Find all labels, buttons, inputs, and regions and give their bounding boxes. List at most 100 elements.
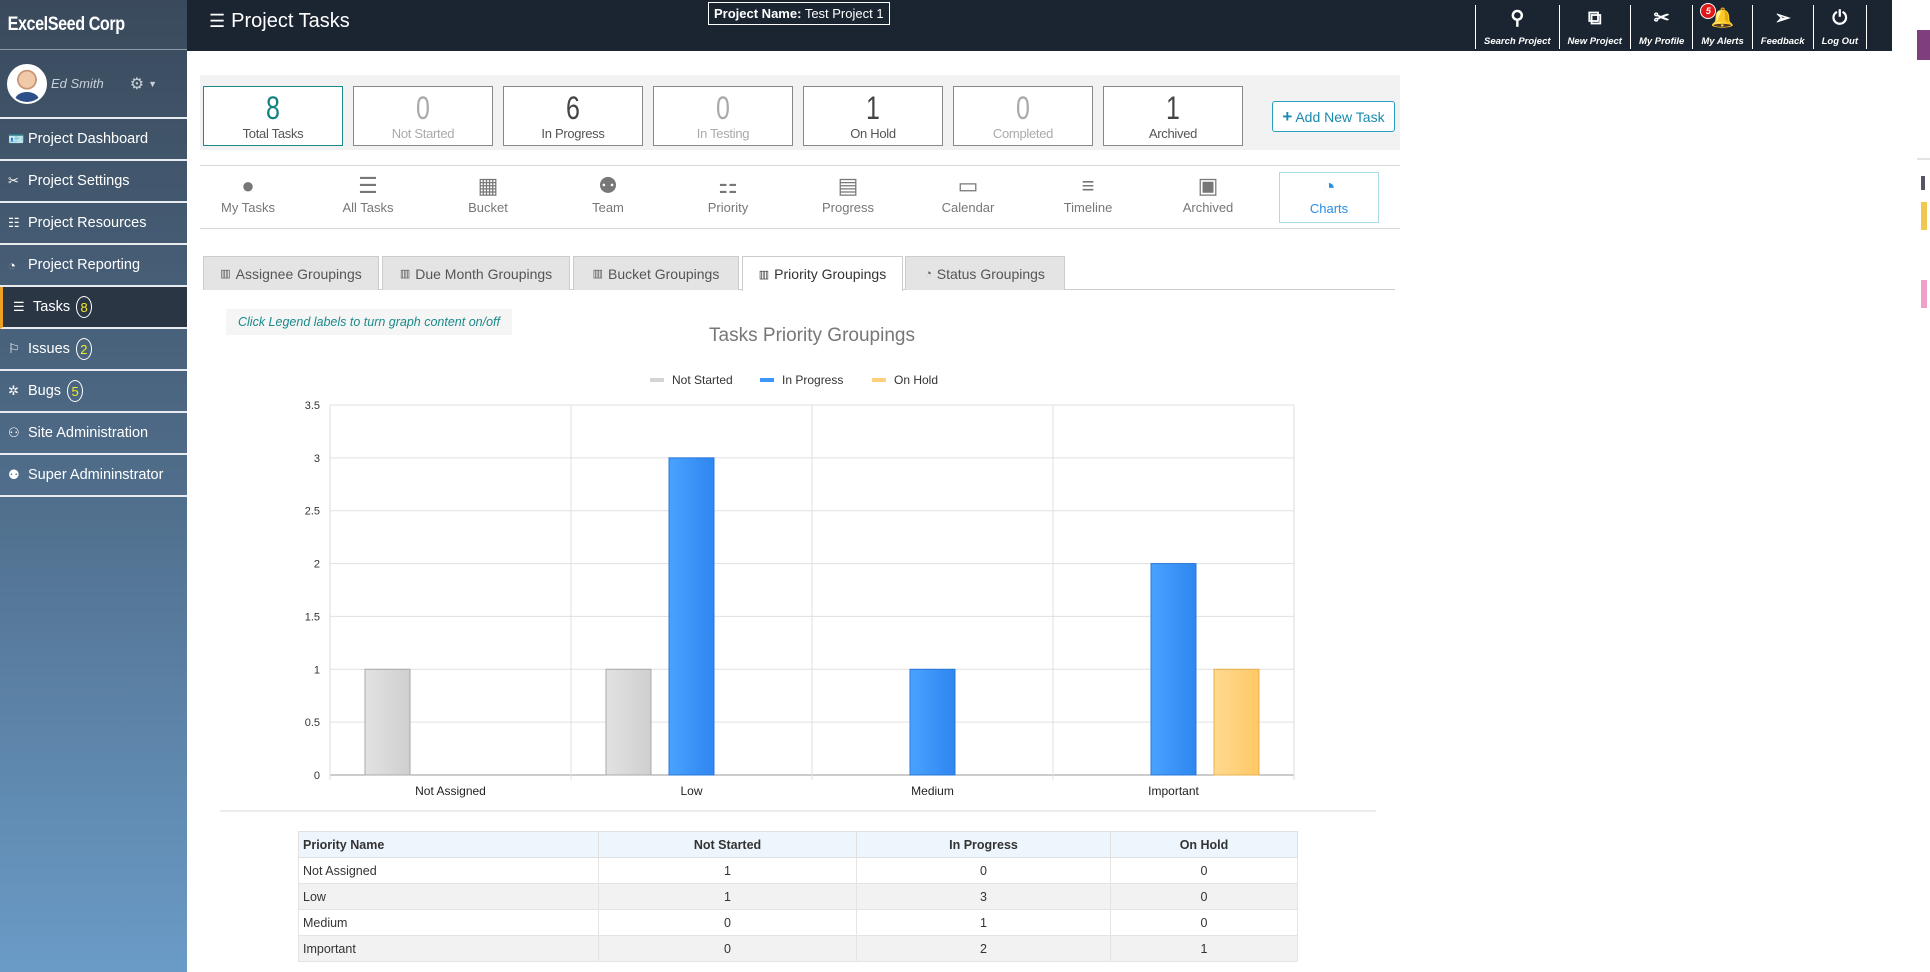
sidebar-item-project-dashboard[interactable]: 🪪 Project Dashboard [0,119,187,161]
new-project-button[interactable]: ⧉ New Project [1560,5,1631,49]
bar-not-started-not-assigned[interactable] [364,668,411,776]
stat-value: 0 [416,90,430,126]
tab-label: Assignee Groupings [235,265,362,282]
view-label: Bucket [468,200,508,215]
tab-status-groupings[interactable]: ◔ Status Groupings [905,256,1065,290]
stat-value: 0 [1016,90,1030,126]
table-cell: Medium [298,909,599,936]
sidebar-item-tasks[interactable]: ☰ Tasks 8 [0,287,187,329]
x-tick-label: Not Assigned [415,784,486,798]
action-label: Feedback [1760,36,1805,47]
y-tick-label: 3.5 [305,400,320,412]
search-project-button[interactable]: ⚲ Search Project [1476,5,1560,49]
my-alerts-button[interactable]: 🔔 My Alerts 5 [1693,3,1753,49]
view-calendar[interactable]: ▭ Calendar [918,172,1018,223]
settings-gear-icon[interactable]: ⚙ [130,74,144,94]
tab-assignee-groupings[interactable]: ▥ Assignee Groupings [203,256,379,290]
stat-label: Total Tasks [242,126,304,141]
view-charts[interactable]: ◔ Charts [1279,172,1379,223]
bar-in-progress-low[interactable] [668,457,715,776]
sidebar-item-label: Tasks [33,299,71,315]
view-all-tasks[interactable]: ☰ All Tasks [318,172,418,223]
sidebar-item-site-administration[interactable]: ⚇ Site Administration [0,413,187,455]
sidebar-item-bugs[interactable]: ✲ Bugs 5 [0,371,187,413]
view-priority[interactable]: ⚏ Priority [678,172,778,223]
legend-swatch[interactable] [872,378,886,382]
view-my-tasks[interactable]: ● My Tasks [198,172,298,223]
resources-icon: ☷ [8,215,20,230]
tab-priority-groupings[interactable]: ▥ Priority Groupings [742,256,903,291]
paper-plane-icon: ➢ [1774,8,1791,29]
flag-icon: ⚐ [8,341,20,356]
stat-label: In Testing [696,126,750,141]
table-cell: 2 [856,935,1111,962]
column-header: Priority Name [298,831,599,858]
sidebar-item-project-settings[interactable]: ✂ Project Settings [0,161,187,203]
view-bucket[interactable]: ▦ Bucket [438,172,538,223]
server-icon: ▤ [837,173,859,198]
sidebar-item-project-resources[interactable]: ☷ Project Resources [0,203,187,245]
calendar-icon: ▭ [957,173,979,198]
task-list-icon: ☰ [13,299,25,314]
my-profile-button[interactable]: ✂ My Profile [1631,5,1694,49]
stat-label: In Progress [541,126,605,141]
sidebar: ExcelSeed Corp Ed Smith ⚙ ▼ 🪪 Project Da… [0,0,187,972]
brand-logo[interactable]: ExcelSeed Corp [0,0,187,50]
stat-card-on-hold[interactable]: 1 On Hold [803,86,943,146]
user-name: Ed Smith [51,76,104,91]
bar-not-started-low[interactable] [605,668,652,776]
legend-label-not-started[interactable]: Not Started [672,373,733,387]
view-progress[interactable]: ▤ Progress [798,172,898,223]
sidebar-item-project-reporting[interactable]: ◔ Project Reporting [0,245,187,287]
stat-card-in-progress[interactable]: 6 In Progress [503,86,643,146]
stat-card-not-started[interactable]: 0 Not Started [353,86,493,146]
chevron-down-icon[interactable]: ▼ [148,79,157,89]
sidebar-item-super-admininstrator[interactable]: ⚉ Super Admininstrator [0,455,187,497]
table-row: Medium 0 1 0 [298,909,1298,936]
x-tick-label: Important [1148,784,1199,798]
feedback-button[interactable]: ➢ Feedback [1753,5,1814,49]
bar-in-progress-medium[interactable] [909,668,956,776]
stat-value: 1 [866,90,880,126]
view-archived[interactable]: ▣ Archived [1158,172,1258,223]
stat-card-in-testing[interactable]: 0 In Testing [653,86,793,146]
tab-label: Bucket Groupings [608,265,720,282]
timeline-icon: ≡ [1081,173,1095,198]
bar-in-progress-important[interactable] [1150,563,1197,776]
sidebar-item-label: Bugs [28,383,62,399]
view-team[interactable]: ⚉ Team [558,172,658,223]
stat-card-archived[interactable]: 1 Archived [1103,86,1243,146]
side-panel-edge [1917,30,1930,60]
project-name-value: Test Project 1 [804,6,884,21]
sidebar-item-issues[interactable]: ⚐ Issues 2 [0,329,187,371]
table-cell: 0 [1110,883,1298,910]
stat-card-total-tasks[interactable]: 8 Total Tasks [203,86,343,146]
avatar[interactable] [7,63,47,104]
sidebar-item-label: Project Dashboard [28,131,149,147]
pie-chart-icon: ◔ [1322,174,1336,199]
add-new-task-button[interactable]: + Add New Task [1272,101,1395,132]
table-cell: 3 [856,883,1111,910]
tab-bucket-groupings[interactable]: ▥ Bucket Groupings [573,256,739,290]
legend-swatch[interactable] [760,378,774,382]
top-bar: ☰ Project Tasks Project Name: Test Proje… [187,0,1892,51]
grouping-tabs: ▥ Assignee Groupings ▥ Due Month Grouping… [203,256,1395,291]
log-out-button[interactable]: ⏻ Log Out [1814,5,1867,49]
tab-due-month-groupings[interactable]: ▥ Due Month Groupings [382,256,570,290]
user-icon: ● [241,173,255,198]
y-tick-label: 0 [314,770,320,782]
legend-swatch[interactable] [650,378,664,382]
legend-label-on-hold[interactable]: On Hold [894,373,938,387]
bar-on-hold-important[interactable] [1213,668,1260,776]
user-panel: Ed Smith ⚙ ▼ [0,50,187,119]
table-row: Important 0 2 1 [298,935,1298,962]
table-cell: 1 [598,857,857,884]
page-title: ☰ Project Tasks [209,10,350,33]
table-cell: Not Assigned [298,857,599,884]
stat-card-completed[interactable]: 0 Completed [953,86,1093,146]
count-badge: 8 [76,296,93,318]
table-cell: Important [298,935,599,962]
legend-label-in-progress[interactable]: In Progress [782,373,843,387]
view-timeline[interactable]: ≡ Timeline [1038,172,1138,223]
chart-container: Tasks Priority Groupings Not Started In Pr… [220,318,1380,813]
